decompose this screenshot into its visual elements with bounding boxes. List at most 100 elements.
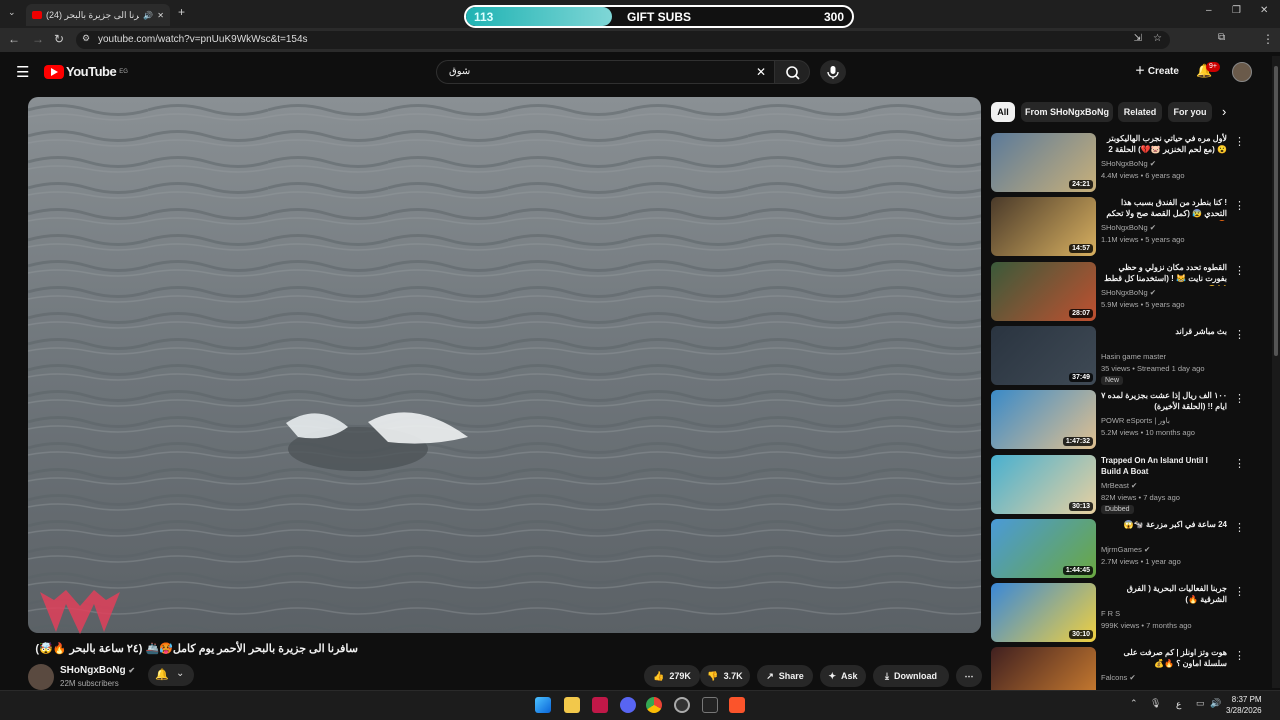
more-vertical-icon[interactable]: ⋮ [1234, 649, 1245, 662]
related-channel[interactable]: MjrmGames ✔ [1101, 545, 1150, 554]
related-thumbnail[interactable]: 1:44:45 [991, 519, 1096, 578]
more-vertical-icon[interactable]: ⋮ [1234, 521, 1245, 534]
more-vertical-icon[interactable]: ⋮ [1234, 135, 1245, 148]
related-title[interactable]: ! كنا بنطرد من الفندق بسبب هذا التحدي 😰 … [1101, 197, 1227, 221]
tray-chevron-up-icon[interactable]: ⌃ [1130, 699, 1138, 708]
game-app-icon[interactable] [674, 697, 690, 713]
related-video-item[interactable]: 30:10 جربنا الفعاليات البحرية ( الفرق الش… [991, 583, 1251, 643]
file-explorer-icon[interactable] [564, 697, 580, 713]
chip-from-channel[interactable]: From SHoNgxBoNg [1021, 102, 1113, 122]
related-video-item[interactable]: 14:57 ! كنا بنطرد من الفندق بسبب هذا التح… [991, 197, 1251, 257]
more-vertical-icon[interactable]: ⋮ [1234, 328, 1245, 341]
browser-tab[interactable]: سافرنا الى جزيرة بالبحر (24) 🔊 ✕ [26, 4, 170, 26]
related-title[interactable]: القطوه تحدد مكان نزولي و حظي بفورت نايت … [1101, 262, 1227, 286]
forward-icon[interactable]: → [32, 33, 44, 45]
related-thumbnail[interactable]: 24:21 [991, 133, 1096, 192]
related-title[interactable]: جربنا الفعاليات البحرية ( الفرق الشرقية … [1101, 583, 1227, 605]
page-scrollbar[interactable] [1272, 56, 1280, 688]
minimize-button[interactable]: – [1206, 6, 1212, 16]
related-channel[interactable]: SHoNgxBoNg ✔ [1101, 288, 1156, 297]
related-channel[interactable]: Hasin game master [1101, 352, 1166, 361]
related-video-item[interactable]: 30:13 Trapped On An Island Until I Build … [991, 455, 1251, 515]
related-channel[interactable]: Falcons ✔ [1101, 673, 1136, 682]
related-video-item[interactable]: 1:47:32 ١٠٠ الف ريال إذا عشت بجزيرة لمده … [991, 390, 1251, 450]
clear-search-icon[interactable]: ✕ [756, 61, 766, 83]
create-button[interactable]: ＋ Create [1128, 62, 1186, 82]
related-channel[interactable]: POWR eSports | باور [1101, 416, 1170, 425]
related-channel[interactable]: SHoNgxBoNg ✔ [1101, 159, 1156, 168]
brave-icon[interactable] [729, 697, 745, 713]
reload-icon[interactable]: ↻ [54, 33, 64, 45]
related-video-item[interactable]: 1:44:45 24 ساعة في اكبر مزرعة 🐄😱 MjrmGames… [991, 519, 1251, 579]
like-button[interactable]: 👍 279K [644, 665, 700, 687]
extensions-icon[interactable]: ⧉ [1218, 33, 1225, 43]
more-vertical-icon[interactable]: ⋮ [1234, 457, 1245, 470]
share-button[interactable]: ↗ Share [757, 665, 813, 687]
more-vertical-icon[interactable]: ⋮ [1234, 392, 1245, 405]
video-player[interactable] [28, 97, 981, 633]
related-video-item[interactable]: 28:07 القطوه تحدد مكان نزولي و حظي بفورت … [991, 262, 1251, 322]
related-thumbnail[interactable]: 37:49 [991, 326, 1096, 385]
account-avatar[interactable] [1232, 62, 1252, 82]
site-info-icon[interactable]: ⚙ [82, 34, 90, 43]
ask-button[interactable]: ✦ Ask [820, 665, 866, 687]
discord-icon[interactable] [620, 697, 636, 713]
related-thumbnail[interactable]: 1:47:32 [991, 390, 1096, 449]
subscribe-notification-button[interactable]: 🔔 ⌄ [148, 664, 194, 686]
dislike-button[interactable]: 👎 3.7K [700, 665, 750, 687]
chip-for-you[interactable]: For you [1168, 102, 1212, 122]
taskbar-clock[interactable]: 8:37 PM 3/28/2026 [1226, 694, 1262, 716]
download-button[interactable]: ⤓ Download [873, 665, 949, 687]
related-title[interactable]: Trapped On An Island Until I Build A Boa… [1101, 455, 1227, 477]
youtube-logo[interactable]: YouTube EG [44, 64, 128, 79]
address-bar[interactable]: ⚙ youtube.com/watch?v=pnUuK9WkWsc&t=154s… [76, 31, 1170, 49]
search-button[interactable] [774, 60, 810, 84]
epic-games-icon[interactable] [702, 697, 718, 713]
related-title[interactable]: بث مباشر قراند [1101, 326, 1227, 337]
chips-next-icon[interactable]: › [1222, 104, 1226, 119]
more-vertical-icon[interactable]: ⋮ [1234, 199, 1245, 212]
related-title[interactable]: 24 ساعة في اكبر مزرعة 🐄😱 [1101, 519, 1227, 530]
related-title[interactable]: هوت وتز اونلز | كم صرفت على سلسلة اماون … [1101, 647, 1227, 669]
windows-start-icon[interactable] [535, 697, 551, 713]
more-actions-button[interactable]: ⋯ [956, 665, 982, 687]
tab-close-icon[interactable]: ✕ [157, 11, 164, 20]
scrollbar-thumb[interactable] [1274, 66, 1278, 356]
channel-name[interactable]: SHoNgxBoNg ✔ [60, 665, 135, 676]
chip-all[interactable]: All [991, 102, 1015, 122]
related-channel-text: SHoNgxBoNg [1101, 223, 1148, 232]
app-a-icon[interactable] [592, 697, 608, 713]
tab-list-icon[interactable]: ⌄ [8, 8, 16, 17]
related-thumbnail[interactable]: 30:13 [991, 455, 1096, 514]
chip-related[interactable]: Related [1118, 102, 1162, 122]
related-channel[interactable]: F R S [1101, 609, 1120, 618]
channel-avatar[interactable] [28, 664, 54, 690]
more-vertical-icon[interactable]: ⋮ [1234, 264, 1245, 277]
tray-mic-icon[interactable]: 🎙 [1150, 699, 1161, 708]
maximize-button[interactable]: ❐ [1232, 6, 1241, 16]
related-thumbnail[interactable]: 14:57 [991, 197, 1096, 256]
install-app-icon[interactable]: ⇲ [1134, 34, 1142, 44]
related-channel[interactable]: MrBeast ✔ [1101, 481, 1137, 490]
chrome-icon[interactable] [646, 697, 662, 713]
browser-menu-icon[interactable]: ⋮ [1262, 33, 1274, 45]
volume-icon[interactable]: 🔊 [1210, 699, 1221, 708]
related-title[interactable]: لأول مره في حياتي نجرب الهاليكوبتر 😮 (مع… [1101, 133, 1227, 155]
voice-search-button[interactable] [820, 60, 846, 84]
search-input[interactable]: شوق ✕ [436, 60, 774, 84]
window-close-button[interactable]: ✕ [1260, 6, 1268, 16]
related-video-item[interactable]: 37:49 بث مباشر قراند Hasin game master 35 v… [991, 326, 1251, 386]
related-title[interactable]: ١٠٠ الف ريال إذا عشت بجزيرة لمده ٧ ايام … [1101, 390, 1227, 412]
back-icon[interactable]: ← [8, 33, 20, 45]
related-thumbnail[interactable]: 30:10 [991, 583, 1096, 642]
input-language[interactable]: ع [1176, 699, 1181, 710]
bookmark-star-icon[interactable]: ☆ [1153, 34, 1162, 44]
speaker-icon[interactable]: 🔊 [143, 11, 153, 20]
new-tab-button[interactable]: + [178, 6, 185, 18]
more-vertical-icon[interactable]: ⋮ [1234, 585, 1245, 598]
related-video-item[interactable]: 24:21 لأول مره في حياتي نجرب الهاليكوبتر … [991, 133, 1251, 193]
hamburger-menu-icon[interactable]: ☰ [16, 65, 29, 80]
related-thumbnail[interactable]: 28:07 [991, 262, 1096, 321]
network-icon[interactable]: ▭ [1196, 699, 1205, 708]
related-channel[interactable]: SHoNgxBoNg ✔ [1101, 223, 1156, 232]
